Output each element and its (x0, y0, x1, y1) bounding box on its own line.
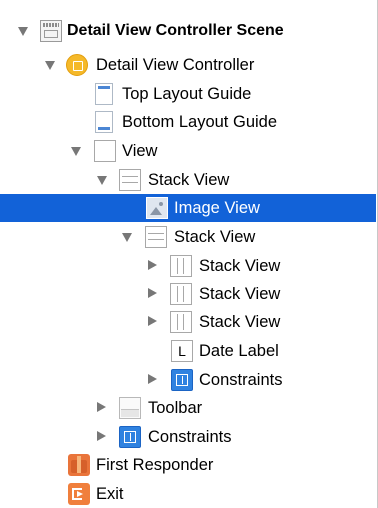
top-layout-guide-icon (95, 83, 113, 105)
outline-row-date-label[interactable]: L Date Label (0, 337, 376, 365)
disclosure-triangle-collapsed-icon[interactable] (148, 316, 157, 326)
outline-row-label: View (122, 142, 158, 160)
outline-row-label: Stack View (174, 228, 256, 246)
outline-row-label: Bottom Layout Guide (122, 113, 278, 131)
outline-row-detail-view-controller[interactable]: Detail View Controller (0, 51, 376, 79)
disclosure-triangle-expanded-icon[interactable] (122, 233, 132, 242)
outline-row-label: Constraints (199, 371, 283, 389)
outline-row-toolbar[interactable]: Exit Toolbar (0, 394, 376, 422)
document-outline: Detail View Controller Scene Detail View… (0, 0, 378, 508)
outline-row-stack-view[interactable]: Stack View (0, 166, 376, 194)
outline-row-stack-view[interactable]: Stack View (0, 223, 376, 251)
outline-row-label: Stack View (199, 313, 281, 331)
outline-row-stack-view[interactable]: Stack View (0, 280, 376, 308)
outline-row-label: Image View (174, 199, 260, 217)
disclosure-triangle-collapsed-icon[interactable] (148, 374, 157, 384)
constraints-icon (119, 426, 141, 448)
outline-row-detail-view-controller-scene[interactable]: Detail View Controller Scene (0, 17, 376, 45)
image-view-icon (146, 197, 168, 219)
outline-row-top-layout-guide[interactable]: Top Layout Guide (0, 80, 376, 108)
horizontal-stack-view-icon (170, 311, 192, 333)
outline-row-constraints[interactable]: Constraints (0, 366, 376, 394)
outline-row-label: Stack View (148, 171, 230, 189)
horizontal-stack-view-icon (170, 255, 192, 277)
disclosure-triangle-collapsed-icon[interactable] (97, 431, 106, 441)
outline-row-stack-view[interactable]: Stack View (0, 252, 376, 280)
horizontal-stack-view-icon (170, 283, 192, 305)
bottom-layout-guide-icon (95, 111, 113, 133)
disclosure-triangle-expanded-icon[interactable] (18, 27, 28, 36)
outline-row-stack-view[interactable]: Stack View (0, 308, 376, 336)
outline-row-label: Exit (96, 485, 124, 503)
outline-row-label: Detail View Controller Scene (67, 22, 284, 39)
outline-row-view[interactable]: View (0, 137, 376, 165)
outline-row-bottom-layout-guide[interactable]: Bottom Layout Guide (0, 108, 376, 136)
exit-icon (68, 483, 90, 505)
toolbar-icon: Exit (119, 397, 141, 419)
outline-row-label: Detail View Controller (96, 56, 255, 74)
disclosure-triangle-expanded-icon[interactable] (71, 147, 81, 156)
outline-row-image-view[interactable]: Image View (0, 194, 376, 222)
outline-row-label: Toolbar (148, 399, 203, 417)
disclosure-triangle-expanded-icon[interactable] (97, 176, 107, 185)
outline-row-label: Stack View (199, 285, 281, 303)
outline-row-label: Top Layout Guide (122, 85, 252, 103)
outline-row-first-responder[interactable]: First Responder (0, 451, 376, 479)
outline-row-label: Constraints (148, 428, 232, 446)
vertical-stack-view-icon (119, 169, 141, 191)
outline-row-label: Stack View (199, 257, 281, 275)
view-icon (94, 140, 116, 162)
disclosure-triangle-collapsed-icon[interactable] (148, 288, 157, 298)
disclosure-triangle-expanded-icon[interactable] (45, 61, 55, 70)
outline-row-label: First Responder (96, 456, 214, 474)
disclosure-triangle-collapsed-icon[interactable] (148, 260, 157, 270)
scene-icon (40, 20, 62, 42)
first-responder-icon (68, 454, 90, 476)
toolbar-icon-text: Exit (123, 410, 132, 416)
outline-row-exit[interactable]: Exit (0, 480, 376, 508)
outline-row-label: Date Label (199, 342, 279, 360)
label-icon: L (171, 340, 193, 362)
disclosure-triangle-collapsed-icon[interactable] (97, 402, 106, 412)
outline-row-constraints[interactable]: Constraints (0, 423, 376, 451)
view-controller-icon (66, 54, 88, 76)
vertical-stack-view-icon (145, 226, 167, 248)
constraints-icon (171, 369, 193, 391)
